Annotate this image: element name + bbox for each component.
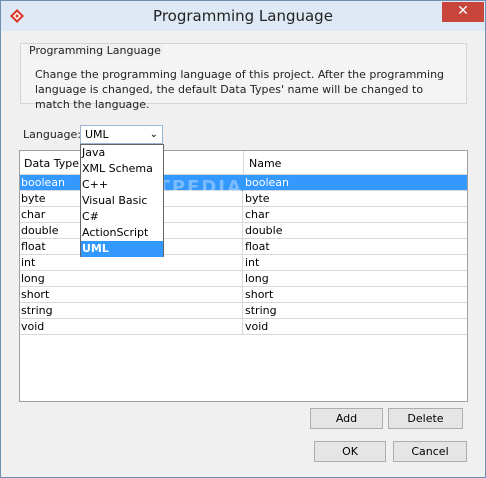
language-label: Language:: [23, 128, 81, 141]
close-icon: ✕: [457, 3, 469, 19]
language-dropdown-list[interactable]: Java XML Schema C++ Visual Basic C# Acti…: [80, 144, 164, 257]
table-cell[interactable]: short: [20, 287, 243, 303]
title-bar[interactable]: Programming Language ✕: [1, 1, 485, 31]
language-selected-value: UML: [85, 128, 109, 141]
column-divider[interactable]: [243, 151, 244, 175]
table-row[interactable]: void void: [20, 319, 467, 335]
language-option-visual-basic[interactable]: Visual Basic: [81, 193, 163, 209]
language-option-java[interactable]: Java: [81, 145, 163, 161]
table-cell[interactable]: short: [244, 287, 467, 303]
language-option-csharp[interactable]: C#: [81, 209, 163, 225]
ok-button[interactable]: OK: [314, 441, 386, 462]
table-cell[interactable]: long: [244, 271, 467, 287]
table-cell[interactable]: long: [20, 271, 243, 287]
table-cell[interactable]: double: [244, 223, 467, 239]
chevron-down-icon: ⌄: [149, 129, 158, 140]
table-cell[interactable]: float: [244, 239, 467, 255]
language-option-xml-schema[interactable]: XML Schema: [81, 161, 163, 177]
add-button[interactable]: Add: [310, 408, 383, 429]
table-row[interactable]: int int: [20, 255, 467, 271]
table-cell[interactable]: int: [20, 255, 243, 271]
table-cell[interactable]: void: [20, 319, 243, 335]
table-cell[interactable]: void: [244, 319, 467, 335]
table-cell[interactable]: boolean: [244, 175, 467, 191]
table-cell[interactable]: char: [244, 207, 467, 223]
table-row[interactable]: short short: [20, 287, 467, 303]
delete-button[interactable]: Delete: [388, 408, 463, 429]
language-option-actionscript[interactable]: ActionScript: [81, 225, 163, 241]
cancel-button[interactable]: Cancel: [393, 441, 467, 462]
table-row[interactable]: string string: [20, 303, 467, 319]
language-option-uml[interactable]: UML: [81, 241, 163, 257]
table-cell[interactable]: int: [244, 255, 467, 271]
dialog-window: Programming Language ✕ Programming Langu…: [0, 0, 486, 478]
group-description: Change the programming language of this …: [35, 68, 445, 111]
info-group: Programming Language Change the programm…: [20, 43, 467, 111]
close-button[interactable]: ✕: [442, 2, 484, 22]
group-title: Programming Language: [27, 44, 163, 57]
table-cell[interactable]: string: [20, 303, 243, 319]
table-cell[interactable]: byte: [244, 191, 467, 207]
table-cell[interactable]: string: [244, 303, 467, 319]
column-header-data-type[interactable]: Data Type: [24, 157, 79, 170]
table-row[interactable]: long long: [20, 271, 467, 287]
window-title: Programming Language: [153, 7, 333, 25]
language-select[interactable]: UML ⌄: [80, 125, 163, 144]
language-option-cpp[interactable]: C++: [81, 177, 163, 193]
column-header-name[interactable]: Name: [249, 157, 281, 170]
